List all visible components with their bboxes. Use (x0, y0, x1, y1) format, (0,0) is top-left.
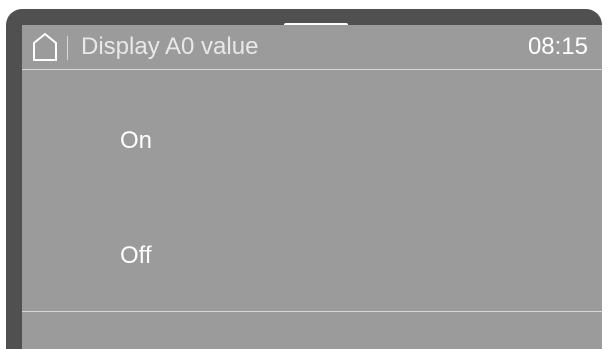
option-off[interactable]: Off (120, 242, 152, 270)
device-bezel: Display A0 value 08:15 On Off (6, 9, 602, 349)
home-icon[interactable] (32, 32, 58, 62)
header-bar: Display A0 value 08:15 (22, 25, 602, 70)
footer-rule (22, 311, 602, 312)
clock: 08:15 (527, 33, 588, 60)
header-divider (67, 36, 68, 60)
page-title: Display A0 value (81, 33, 259, 60)
header-rule (22, 69, 602, 70)
option-on[interactable]: On (120, 127, 152, 155)
display-screen: Display A0 value 08:15 On Off (22, 25, 602, 349)
